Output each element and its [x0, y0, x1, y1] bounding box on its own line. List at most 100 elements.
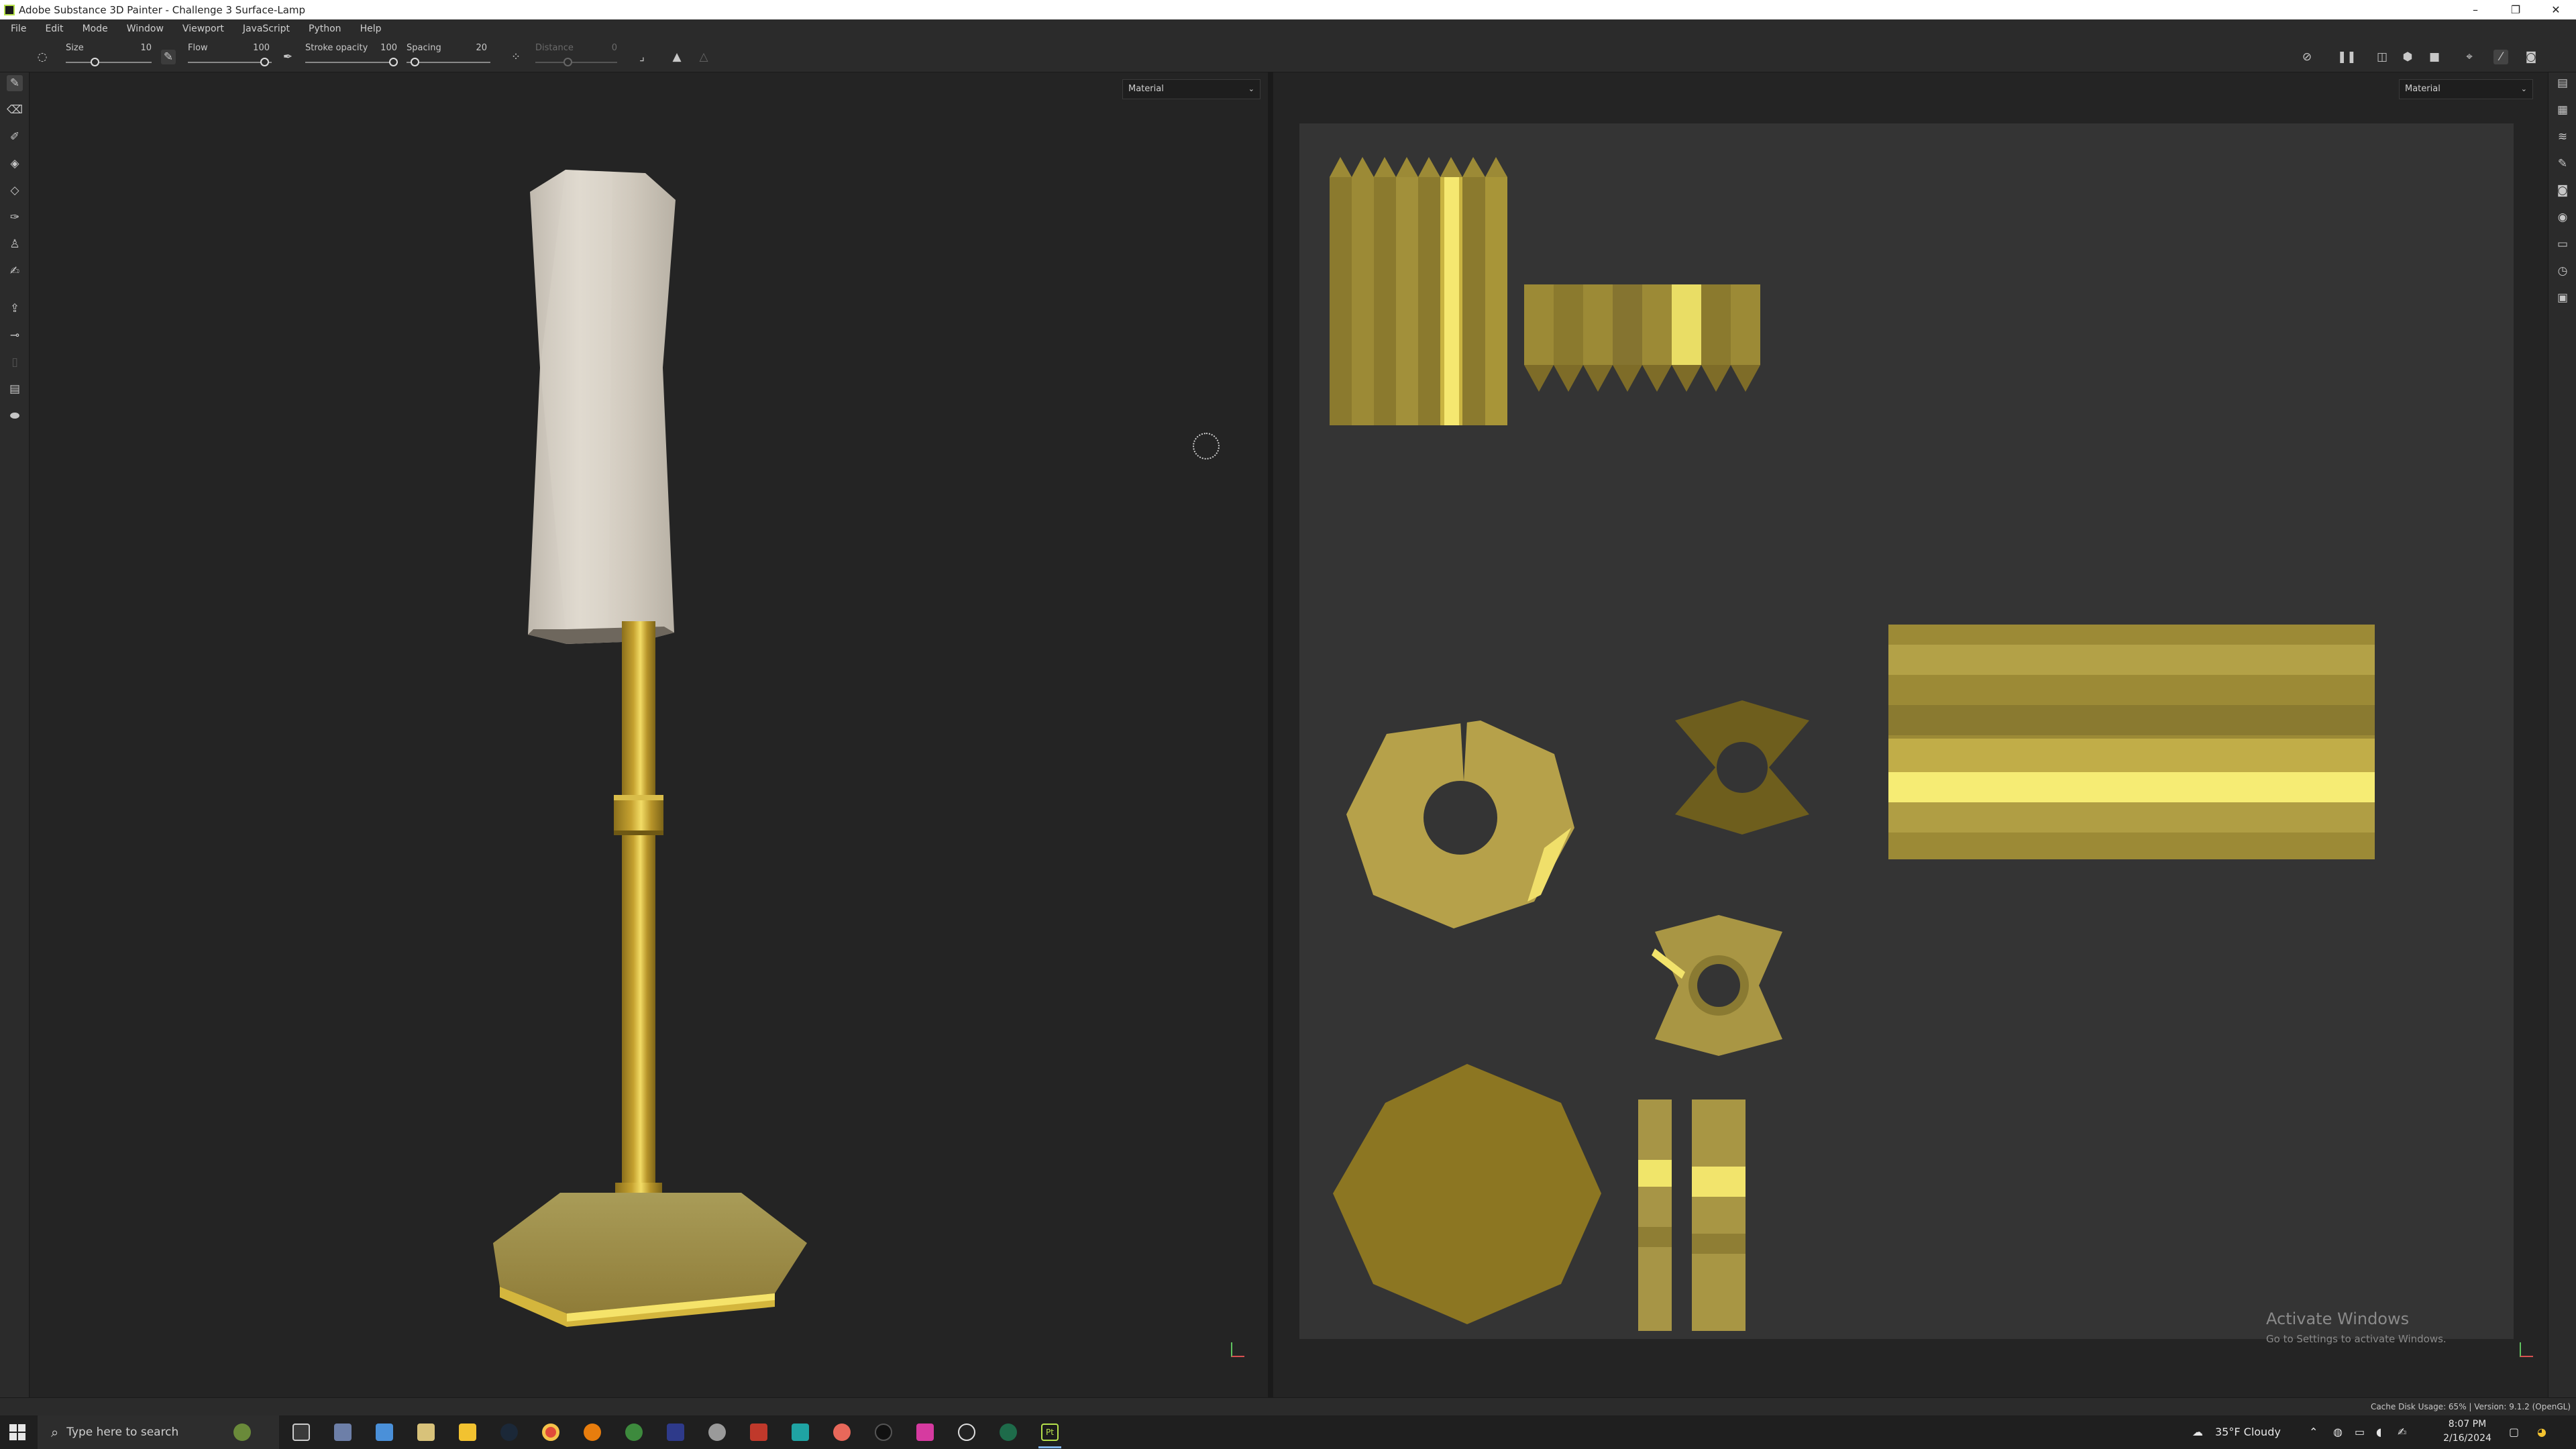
app-icon-9[interactable]	[667, 1424, 684, 1441]
menu-window[interactable]: Window	[116, 23, 172, 34]
display-settings-icon[interactable]: ◙	[2555, 182, 2571, 199]
log-icon[interactable]: ▣	[2555, 290, 2571, 306]
viewport-3d[interactable]: Material ⌄	[30, 72, 1268, 1397]
eraser-icon[interactable]: ⌫	[7, 102, 23, 118]
hide-viewport-icon[interactable]: ⊘	[2300, 50, 2314, 64]
ruler-icon[interactable]: ⬬	[7, 408, 23, 424]
color-picker-icon[interactable]: ✍	[7, 263, 23, 279]
spacing-value[interactable]: 20	[460, 43, 487, 53]
view-mode-icon[interactable]: ◫	[2375, 50, 2390, 64]
flow-pen-icon[interactable]: ✎	[161, 50, 176, 64]
taskbar-time[interactable]: 8:07 PM	[2435, 1419, 2500, 1430]
pen-icon[interactable]: ✍	[2398, 1415, 2406, 1449]
stroke-opacity-slider[interactable]	[305, 62, 398, 63]
spacing-slider-knob[interactable]	[411, 58, 419, 66]
properties-icon[interactable]: ✎	[2555, 156, 2571, 172]
pause-icon[interactable]: ❚❚	[2337, 50, 2357, 64]
app-icon-11[interactable]	[750, 1424, 767, 1441]
render-icon[interactable]: ⌖	[2462, 50, 2477, 64]
lazy-mouse-icon[interactable]: ⁘	[508, 50, 523, 64]
brush-preset-icon[interactable]: ◌	[35, 50, 50, 64]
layers-icon[interactable]: ≋	[2555, 129, 2571, 145]
distance-slider-knob[interactable]	[564, 58, 572, 66]
symmetry-settings-icon[interactable]: △	[696, 50, 711, 64]
volume-icon[interactable]: ◖	[2376, 1415, 2381, 1449]
menu-help[interactable]: Help	[350, 23, 390, 34]
close-button[interactable]: ✕	[2536, 0, 2576, 19]
geometry-fill-icon[interactable]: ◈	[7, 156, 23, 172]
app-icon-17[interactable]	[1000, 1424, 1017, 1441]
smudge-icon[interactable]: ✑	[7, 209, 23, 225]
xbox-icon[interactable]	[958, 1424, 975, 1441]
app-icon-15[interactable]	[916, 1424, 934, 1441]
taskbar-date[interactable]: 2/16/2024	[2435, 1433, 2500, 1444]
camera-icon[interactable]: ■	[2427, 50, 2442, 64]
paint-mode-icon[interactable]: ⁄	[2493, 50, 2508, 64]
minimize-button[interactable]: –	[2455, 0, 2496, 19]
tray-app-icon[interactable]: ◍	[2333, 1415, 2343, 1449]
activate-windows-title: Activate Windows	[2266, 1309, 2410, 1328]
blender-icon[interactable]	[584, 1424, 601, 1441]
app-icon-14[interactable]	[875, 1424, 892, 1441]
restore-button[interactable]: ❐	[2496, 0, 2536, 19]
flow-slider[interactable]	[188, 62, 272, 63]
flow-value[interactable]: 100	[243, 43, 270, 53]
weather-text[interactable]: 35°F Cloudy	[2215, 1415, 2281, 1449]
menu-file[interactable]: File	[0, 23, 34, 34]
app-icon-13[interactable]	[833, 1424, 851, 1441]
menu-python[interactable]: Python	[298, 23, 350, 34]
stroke-opacity-slider-knob[interactable]	[389, 58, 398, 66]
polygon-fill-icon[interactable]: ◇	[7, 182, 23, 199]
symmetry-icon[interactable]: ▲	[669, 50, 684, 64]
windows-start-icon[interactable]	[9, 1424, 25, 1440]
clipboard-icon[interactable]: ▤	[7, 381, 23, 397]
notifications-icon[interactable]: ▢	[2509, 1415, 2519, 1449]
alignment-icon[interactable]: ⌟	[635, 50, 649, 64]
viewport-splitter[interactable]	[1268, 72, 1273, 1397]
calculator-icon[interactable]	[376, 1424, 393, 1441]
search-highlight-icon[interactable]	[233, 1424, 251, 1441]
flow-label: Flow	[188, 43, 208, 53]
size-value[interactable]: 10	[125, 43, 152, 53]
shelf-icon[interactable]: ▭	[2555, 236, 2571, 252]
environment-icon[interactable]: ◉	[2555, 209, 2571, 225]
menu-mode[interactable]: Mode	[72, 23, 116, 34]
flow-slider-knob[interactable]	[260, 58, 269, 66]
app-icon-8[interactable]	[625, 1424, 643, 1441]
cube-view-icon[interactable]: ⬢	[2400, 50, 2415, 64]
spacing-label: Spacing	[407, 43, 441, 53]
clone-stamp-icon[interactable]: ♙	[7, 236, 23, 252]
file-explorer-icon[interactable]	[459, 1424, 476, 1441]
distance-value[interactable]: 0	[590, 43, 617, 53]
measure-icon[interactable]: ⊸	[7, 327, 23, 343]
network-icon[interactable]: ▭	[2355, 1415, 2365, 1449]
app-icon-3[interactable]	[417, 1424, 435, 1441]
chrome-icon[interactable]	[542, 1424, 559, 1441]
screenshot-icon[interactable]: ◙	[2524, 50, 2538, 64]
steam-icon[interactable]	[500, 1424, 518, 1441]
app-icon-12[interactable]	[792, 1424, 809, 1441]
size-slider[interactable]	[66, 62, 152, 63]
paint-brush-icon[interactable]: ✎	[7, 75, 23, 91]
texture-set-list-icon[interactable]: ▤	[2555, 75, 2571, 91]
size-slider-knob[interactable]	[91, 58, 99, 66]
stroke-opacity-value[interactable]: 100	[370, 43, 397, 53]
menu-edit[interactable]: Edit	[34, 23, 71, 34]
viewport-2d-channel-dropdown[interactable]: Material ⌄	[2399, 79, 2533, 99]
menu-viewport[interactable]: Viewport	[172, 23, 232, 34]
copilot-icon[interactable]: ◕	[2537, 1415, 2546, 1449]
projection-icon[interactable]: ✐	[7, 129, 23, 145]
stroke-pen-icon[interactable]: ✒	[280, 50, 295, 64]
app-icon-10[interactable]	[708, 1424, 726, 1441]
texture-set-settings-icon[interactable]: ▦	[2555, 102, 2571, 118]
distance-slider[interactable]	[535, 62, 617, 63]
bake-icon[interactable]: ⇪	[7, 301, 23, 317]
app-icon-1[interactable]	[334, 1424, 352, 1441]
uv-texture-area[interactable]	[1299, 123, 2514, 1339]
history-icon[interactable]: ◷	[2555, 263, 2571, 279]
show-hidden-icons[interactable]: ⌃	[2309, 1415, 2318, 1449]
substance-painter-icon[interactable]: Pt	[1041, 1424, 1059, 1441]
weather-icon[interactable]: ☁	[2192, 1415, 2203, 1449]
task-view-icon[interactable]	[292, 1424, 310, 1441]
menu-javascript[interactable]: JavaScript	[232, 23, 298, 34]
